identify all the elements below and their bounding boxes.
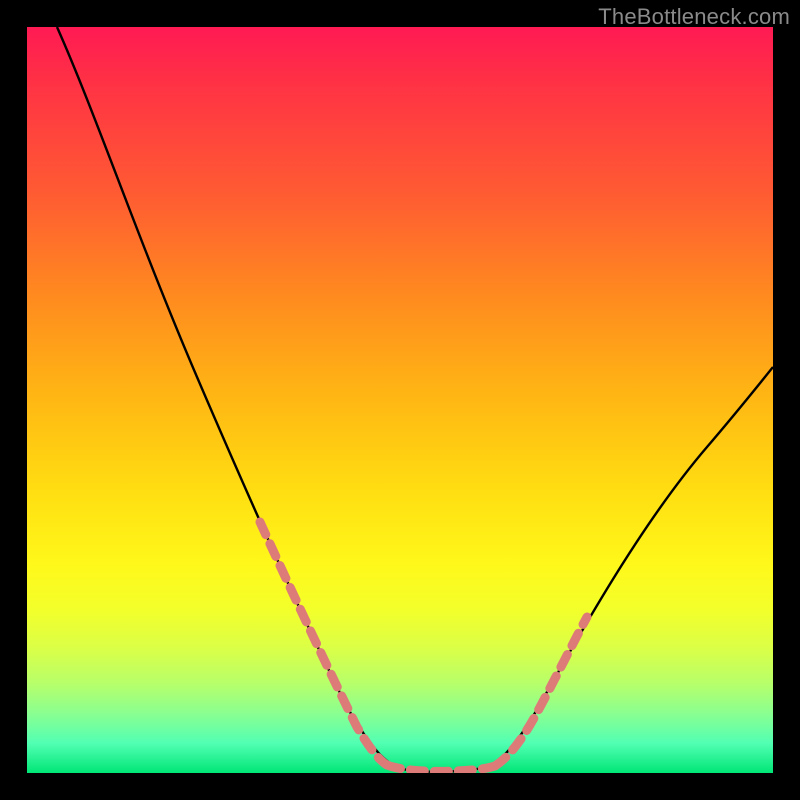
outer-frame: TheBottleneck.com — [0, 0, 800, 800]
curve-left-branch — [57, 27, 402, 769]
curve-right-branch — [489, 367, 773, 767]
highlight-beads-left — [260, 522, 387, 765]
highlight-beads-floor — [387, 765, 495, 771]
highlight-beads-right — [495, 617, 587, 766]
watermark-text: TheBottleneck.com — [598, 4, 790, 30]
chart-svg — [27, 27, 773, 773]
chart-plot-area — [27, 27, 773, 773]
